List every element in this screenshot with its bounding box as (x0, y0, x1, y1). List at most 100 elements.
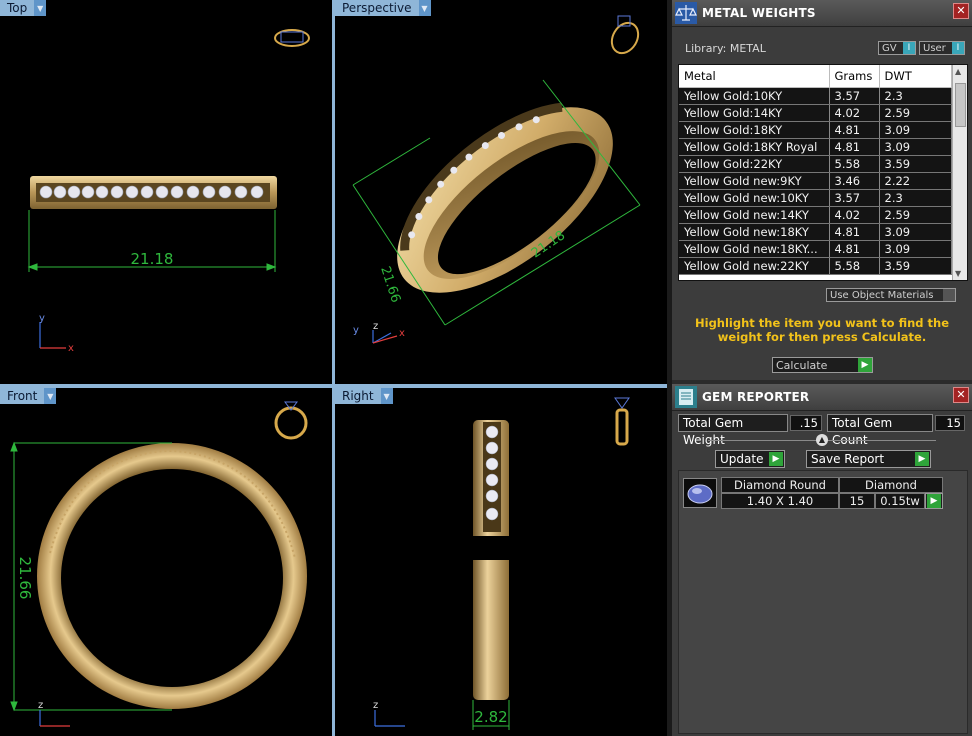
update-button-label: Update (720, 452, 764, 466)
svg-text:y: y (39, 313, 45, 324)
viewport-perspective[interactable]: Perspective ▼ 21.66 21.18 y z x (335, 0, 667, 384)
viewport-top-tab[interactable]: Top ▼ (0, 0, 47, 16)
total-gem-weight-label: Total Gem Weight (678, 414, 788, 447)
diamond-icon (687, 484, 713, 504)
column-header-grams[interactable]: Grams (829, 65, 880, 88)
scale-icon (675, 2, 697, 24)
svg-text:z: z (38, 700, 43, 711)
front-view-canvas: 21.66 z (10, 401, 308, 727)
collapse-toggle-icon[interactable]: ▲ (816, 434, 828, 446)
ring-front-view (37, 443, 307, 709)
table-row[interactable]: Yellow Gold:14KY 4.02 2.59 (679, 104, 952, 122)
right-view-cube-icon[interactable] (614, 397, 630, 446)
perspective-view-cube-icon[interactable] (607, 15, 644, 58)
cell-metal: Yellow Gold:22KY (679, 155, 830, 173)
right-view-canvas: 2.82 z (373, 397, 630, 730)
top-axis-gizmo: y x (39, 313, 74, 354)
update-button[interactable]: Update ▶ (715, 450, 785, 468)
viewport-perspective-tab[interactable]: Perspective ▼ (335, 0, 431, 16)
gem-type: Diamond (839, 477, 943, 493)
viewport-right-tab[interactable]: Right ▼ (335, 388, 393, 404)
gem-reporter-header[interactable]: GEM REPORTER ✕ (672, 384, 972, 411)
table-row[interactable]: Yellow Gold:22KY 5.58 3.59 (679, 155, 952, 173)
user-toggle[interactable]: User I (919, 41, 965, 55)
metal-weights-header[interactable]: METAL WEIGHTS ✕ (672, 0, 972, 27)
viewport-menu-dropdown-icon[interactable]: ▼ (380, 388, 393, 404)
user-toggle-label: User (923, 43, 946, 54)
viewport-menu-dropdown-icon[interactable]: ▼ (418, 0, 431, 16)
gv-toggle[interactable]: GV I (878, 41, 916, 55)
ring-right-view (473, 420, 509, 700)
viewport-top[interactable]: Top ▼ 21.18 y x (0, 0, 332, 384)
perspective-axis-gizmo: y z x (353, 321, 405, 344)
front-dimension-label: 21.66 (16, 557, 34, 600)
viewport-divider-horizontal[interactable] (0, 384, 667, 388)
cell-dwt: 2.3 (879, 87, 952, 105)
gem-weight: 0.15tw (875, 493, 925, 509)
top-view-canvas: 21.18 y x (27, 29, 310, 354)
gem-list-item[interactable]: Diamond Round Diamond 1.40 X 1.40 15 0.1… (683, 477, 943, 511)
gem-list[interactable]: Diamond Round Diamond 1.40 X 1.40 15 0.1… (678, 470, 968, 734)
viewport-front-tab[interactable]: Front ▼ (0, 388, 57, 404)
gv-toggle-label: GV (882, 43, 897, 54)
table-row[interactable]: Yellow Gold:10KY 3.57 2.3 (679, 87, 952, 105)
svg-text:y: y (353, 325, 359, 336)
viewport-top-label: Top (0, 0, 35, 16)
close-icon[interactable]: ✕ (953, 387, 969, 403)
cell-dwt: 2.59 (879, 206, 952, 224)
table-row[interactable]: Yellow Gold new:18KY 4.81 3.09 (679, 223, 952, 241)
table-row[interactable]: Yellow Gold:18KY 4.81 3.09 (679, 121, 952, 139)
ring-top-view (30, 176, 277, 209)
ring-perspective-view (397, 102, 613, 293)
viewport-perspective-label: Perspective (335, 0, 419, 16)
metal-weights-title: METAL WEIGHTS (702, 6, 816, 20)
close-icon[interactable]: ✕ (953, 3, 969, 19)
right-dimension-label: 2.82 (474, 708, 507, 726)
cell-dwt: 3.09 (879, 138, 952, 156)
cell-metal: Yellow Gold new:18KY (679, 223, 830, 241)
calculate-button-label: Calculate (776, 359, 828, 372)
viewport-divider-vertical[interactable] (332, 0, 335, 736)
table-row[interactable]: Yellow Gold new:18KY... 4.81 3.09 (679, 240, 952, 258)
cell-grams: 5.58 (829, 257, 880, 275)
calculate-button[interactable]: Calculate ▶ (772, 357, 873, 373)
cell-grams: 4.81 (829, 223, 880, 241)
table-row[interactable]: Yellow Gold new:14KY 4.02 2.59 (679, 206, 952, 224)
viewport-front-label: Front (0, 388, 45, 404)
front-axis-gizmo: z (38, 700, 70, 727)
right-axis-gizmo: z (373, 700, 405, 727)
gem-reporter-title: GEM REPORTER (702, 390, 810, 404)
total-gem-count-label: Total Gem Count (827, 414, 933, 447)
cell-metal: Yellow Gold new:9KY (679, 172, 830, 190)
cell-grams: 3.57 (829, 189, 880, 207)
table-scrollbar[interactable]: ▲ ▼ (952, 65, 967, 280)
front-view-cube-icon[interactable] (274, 401, 308, 440)
top-view-cube-icon[interactable] (274, 29, 310, 47)
table-row[interactable]: Yellow Gold new:9KY 3.46 2.22 (679, 172, 952, 190)
viewport-front[interactable]: Front ▼ 21.66 z (0, 388, 332, 736)
scroll-up-icon[interactable]: ▲ (955, 67, 961, 76)
use-object-materials-toggle[interactable]: Use Object Materials (826, 288, 956, 302)
viewport-menu-dropdown-icon[interactable]: ▼ (44, 388, 57, 404)
metal-table[interactable]: Metal Grams DWT Yellow Gold:10KY 3.57 2.3 … (678, 64, 968, 281)
column-header-dwt[interactable]: DWT (879, 65, 952, 88)
gem-shape: Diamond Round (721, 477, 839, 493)
table-row[interactable]: Yellow Gold new:10KY 3.57 2.3 (679, 189, 952, 207)
save-report-button[interactable]: Save Report ▶ (806, 450, 931, 468)
column-header-metal[interactable]: Metal (679, 65, 830, 88)
use-object-materials-indicator (943, 289, 955, 301)
gem-detail-button[interactable]: ▶ (925, 493, 943, 509)
table-row[interactable]: Yellow Gold new:22KY 5.58 3.59 (679, 257, 952, 275)
library-label: Library: METAL (685, 42, 766, 55)
table-row[interactable]: Yellow Gold:18KY Royal 4.81 3.09 (679, 138, 952, 156)
cell-grams: 3.46 (829, 172, 880, 190)
svg-text:x: x (68, 343, 74, 354)
scroll-thumb[interactable] (955, 83, 966, 127)
table-header-row: Metal Grams DWT (679, 65, 952, 88)
cell-dwt: 2.3 (879, 189, 952, 207)
cell-metal: Yellow Gold new:18KY... (679, 240, 830, 258)
viewport-right[interactable]: Right ▼ 2.82 z (335, 388, 667, 736)
cell-grams: 3.57 (829, 87, 880, 105)
viewport-menu-dropdown-icon[interactable]: ▼ (34, 0, 47, 16)
scroll-down-icon[interactable]: ▼ (955, 269, 961, 278)
